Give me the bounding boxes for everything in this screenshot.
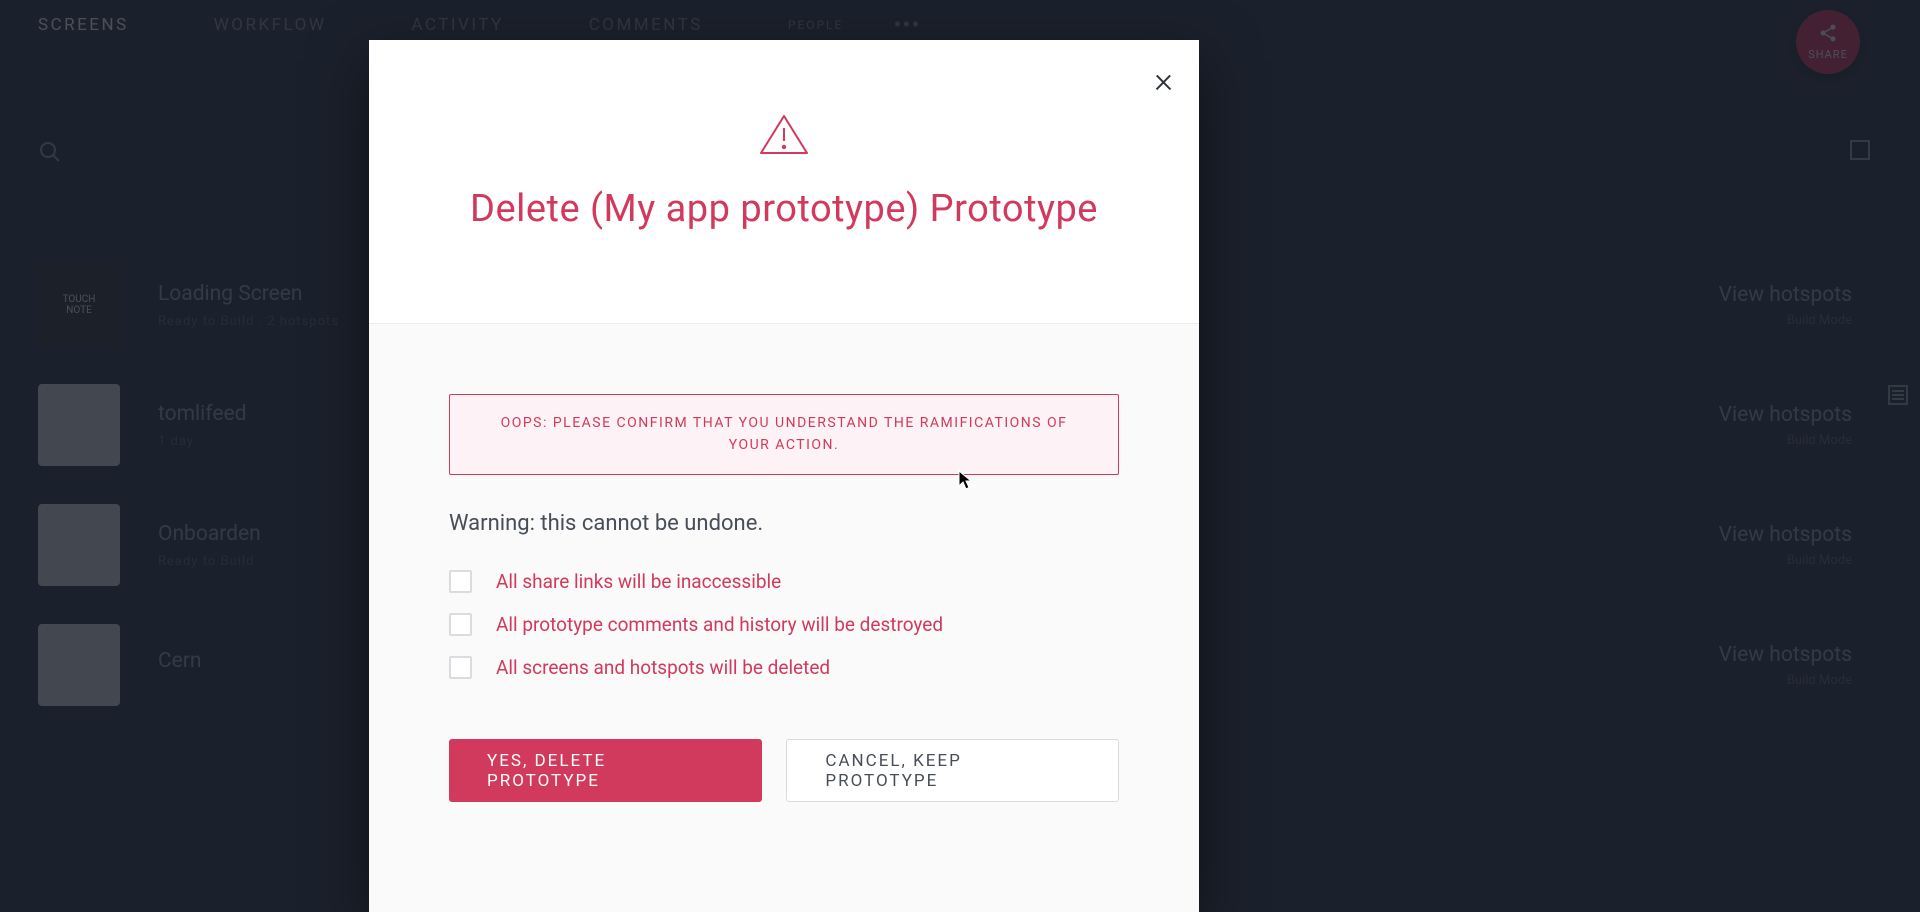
checkbox-label: All screens and hotspots will be deleted — [496, 656, 830, 679]
modal-body: OOPS: PLEASE CONFIRM THAT YOU UNDERSTAND… — [369, 324, 1199, 912]
cancel-button[interactable]: CANCEL, KEEP PROTOTYPE — [786, 739, 1119, 802]
checkbox-label: All prototype comments and history will … — [496, 613, 943, 636]
close-icon[interactable]: × — [1154, 62, 1173, 98]
warning-icon — [757, 113, 811, 161]
modal-title: Delete (My app prototype) Prototype — [430, 187, 1138, 291]
confirm-check-1[interactable]: All share links will be inaccessible — [449, 570, 1119, 593]
confirm-check-3[interactable]: All screens and hotspots will be deleted — [449, 656, 1119, 679]
modal-header: × Delete (My app prototype) Prototype — [369, 40, 1199, 324]
error-banner: OOPS: PLEASE CONFIRM THAT YOU UNDERSTAND… — [449, 394, 1119, 475]
checkbox[interactable] — [449, 613, 472, 636]
confirm-delete-button[interactable]: YES, DELETE PROTOTYPE — [449, 739, 762, 802]
checkbox[interactable] — [449, 656, 472, 679]
modal-actions: YES, DELETE PROTOTYPE CANCEL, KEEP PROTO… — [449, 739, 1119, 802]
checkbox-label: All share links will be inaccessible — [496, 570, 781, 593]
checkbox[interactable] — [449, 570, 472, 593]
confirm-check-2[interactable]: All prototype comments and history will … — [449, 613, 1119, 636]
warning-text: Warning: this cannot be undone. — [449, 511, 1119, 536]
delete-prototype-modal: × Delete (My app prototype) Prototype OO… — [369, 40, 1199, 912]
